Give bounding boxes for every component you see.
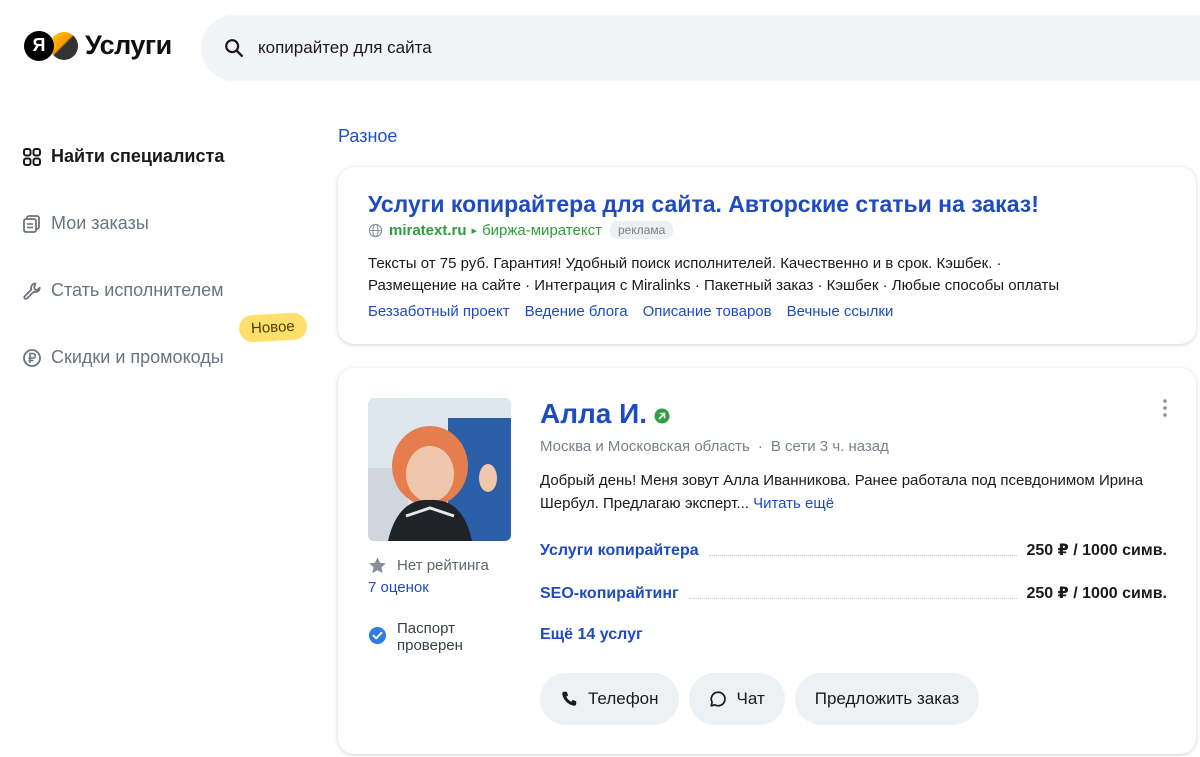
phone-icon: [562, 691, 577, 706]
service-name[interactable]: Услуги копирайтера: [540, 542, 699, 560]
ad-source: miratext.ru ▸ биржа-миратекст реклама: [368, 221, 674, 239]
ad-description: Тексты от 75 руб. Гарантия! Удобный поис…: [368, 253, 1168, 297]
ruble-coin-icon: [23, 348, 41, 367]
more-services-link[interactable]: Ещё 14 услуг: [540, 626, 643, 644]
online-status-icon: [654, 408, 670, 424]
path-arrow-icon: ▸: [471, 224, 478, 237]
sidebar-item-discounts[interactable]: Скидки и промокоды: [22, 347, 224, 368]
more-options-icon[interactable]: [1162, 398, 1168, 418]
star-icon: [369, 557, 386, 574]
ad-path-link[interactable]: биржа-миратекст: [482, 222, 602, 239]
passport-verified: Паспорт проверен: [368, 620, 463, 654]
ad-text-line: Размещение на сайте · Интеграция с Miral…: [368, 277, 1060, 294]
grid-icon: [23, 147, 41, 166]
chat-button[interactable]: Чат: [688, 673, 785, 725]
globe-icon: [368, 223, 383, 237]
specialist-location: Москва и Московская область: [540, 438, 750, 455]
sidebar-item-label: Скидки и промокоды: [51, 347, 224, 367]
ad-sitelink[interactable]: Беззаботный проект: [368, 303, 510, 320]
offer-order-button-label: Предложить заказ: [814, 689, 960, 708]
online-status-text: В сети 3 ч. назад: [770, 438, 889, 455]
specialist-photo[interactable]: [368, 398, 511, 541]
about-text: Добрый день! Меня зовут Алла Иванникова.…: [540, 472, 1144, 512]
verified-check-icon: [368, 626, 387, 645]
sidebar-item-label: Мои заказы: [51, 213, 149, 233]
ad-text-line: Тексты от 75 руб. Гарантия! Удобный поис…: [368, 255, 1002, 272]
rating: Нет рейтинга: [368, 556, 489, 575]
new-badge: Новое: [238, 312, 308, 343]
chat-button-label: Чат: [736, 689, 765, 708]
read-more-link[interactable]: Читать ещё: [753, 495, 834, 512]
offer-order-button[interactable]: Предложить заказ: [794, 673, 980, 725]
separator-dot: ·: [757, 438, 763, 455]
ad-sitelink[interactable]: Вечные ссылки: [787, 303, 894, 320]
avatar: [368, 398, 511, 541]
passport-text: проверен: [397, 637, 463, 654]
orders-icon: [23, 214, 40, 233]
sidebar-item-my-orders[interactable]: Мои заказы: [22, 213, 149, 234]
dotted-leader: [708, 555, 1017, 556]
ad-title-link[interactable]: Услуги копирайтера для сайта. Авторские …: [368, 191, 1039, 218]
search-input[interactable]: [258, 38, 958, 58]
service-row[interactable]: Услуги копирайтера 250 ₽ / 1000 симв.: [540, 540, 1167, 560]
phone-button[interactable]: Телефон: [540, 673, 679, 725]
chat-icon: [709, 691, 726, 707]
ad-label[interactable]: реклама: [609, 221, 674, 239]
ad-domain-link[interactable]: miratext.ru: [389, 222, 467, 239]
service-price: 250 ₽ / 1000 симв.: [1026, 585, 1168, 602]
sidebar-item-label: Найти специалиста: [51, 146, 225, 166]
yandex-uslugi-logo[interactable]: Я Услуги: [24, 30, 172, 61]
section-title[interactable]: Разное: [338, 126, 397, 147]
specialist-meta: Москва и Московская область · В сети 3 ч. …: [540, 438, 889, 455]
logo-text: Услуги: [85, 30, 172, 60]
phone-button-label: Телефон: [588, 689, 659, 708]
specialist-about: Добрый день! Меня зовут Алла Иванникова.…: [540, 469, 1180, 515]
service-row[interactable]: SEO-копирайтинг 250 ₽ / 1000 симв.: [540, 583, 1167, 603]
reviews-link[interactable]: 7 оценок: [368, 579, 429, 596]
wrench-icon: [23, 282, 41, 300]
specialist-name[interactable]: Алла И.: [540, 398, 670, 430]
sidebar-item-label: Стать исполнителем: [51, 280, 224, 300]
sidebar-item-find-specialist[interactable]: Найти специалиста: [22, 146, 224, 167]
search-bar[interactable]: [201, 15, 1200, 81]
ad-sitelink[interactable]: Ведение блога: [525, 303, 628, 320]
passport-text: Паспорт: [397, 620, 455, 637]
rating-text: Нет рейтинга: [397, 557, 489, 574]
specialist-name-text: Алла И.: [540, 398, 648, 429]
uslugi-logo-icon: [50, 31, 78, 60]
ad-card: Услуги копирайтера для сайта. Авторские …: [338, 167, 1196, 344]
service-price: 250 ₽ / 1000 симв.: [1026, 542, 1168, 559]
service-name[interactable]: SEO-копирайтинг: [540, 585, 679, 603]
sidebar-item-become-provider[interactable]: Стать исполнителем: [22, 280, 224, 301]
dotted-leader: [688, 598, 1017, 599]
yandex-logo-icon: Я: [24, 30, 54, 61]
specialist-card: Нет рейтинга 7 оценок Паспорт проверен А…: [338, 368, 1196, 754]
action-buttons: Телефон Чат Предложить заказ: [540, 673, 989, 725]
search-icon: [225, 39, 243, 57]
ad-sitelink[interactable]: Описание товаров: [643, 303, 772, 320]
ad-sitelinks: Беззаботный проект Ведение блога Описани…: [368, 303, 908, 320]
